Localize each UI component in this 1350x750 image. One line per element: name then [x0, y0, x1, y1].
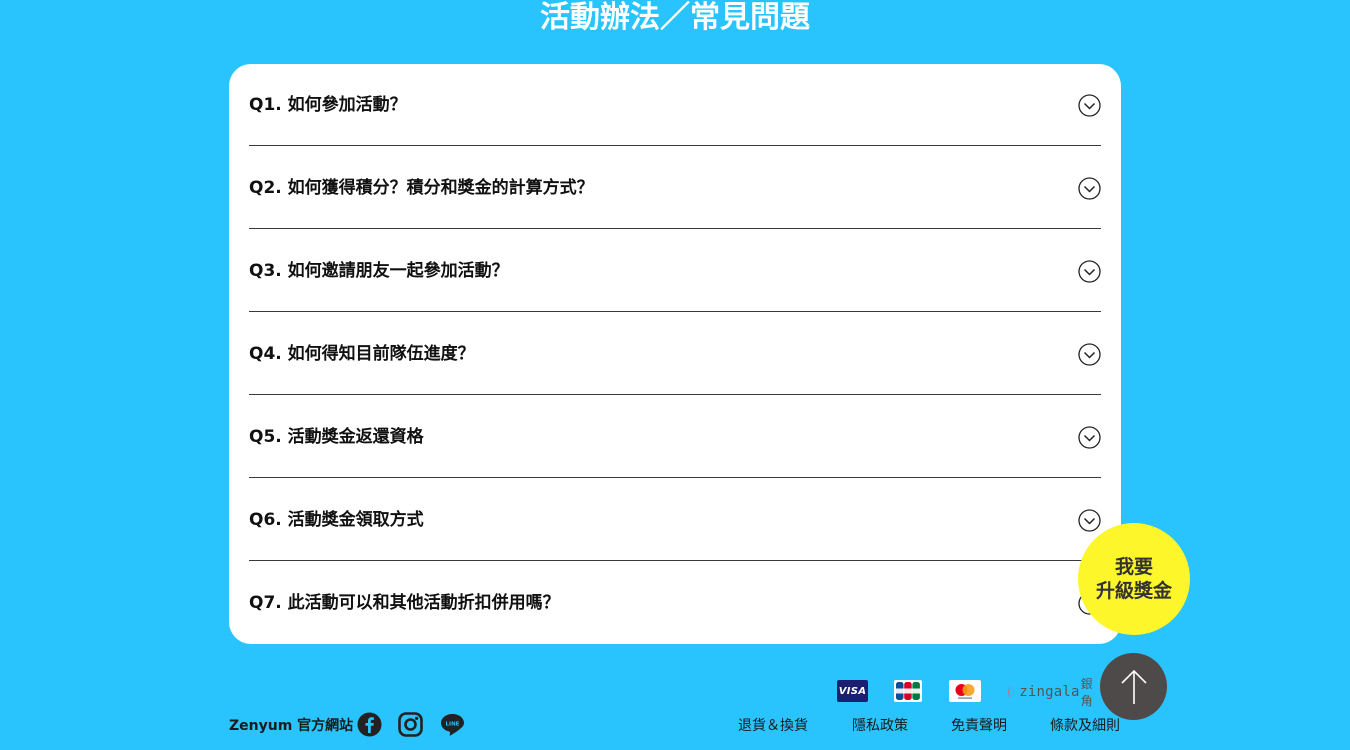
upgrade-bonus-line2: 升級獎金 [1095, 580, 1172, 602]
upgrade-bonus-line1: 我要 [1114, 556, 1153, 578]
visa-logo-icon: VISA [837, 680, 868, 702]
chevron-down-icon[interactable] [1078, 426, 1101, 449]
chevron-down-icon[interactable] [1078, 343, 1101, 366]
faq-question: Q6. 活動獎金領取方式 [249, 510, 424, 530]
chevron-down-icon[interactable] [1078, 260, 1101, 283]
zingala-logo: zingala 銀角 [1005, 677, 1097, 708]
faq-question: Q3. 如何邀請朋友一起參加活動？ [249, 261, 509, 281]
faq-item-q1[interactable]: Q1. 如何參加活動？ [249, 64, 1101, 146]
faq-question: Q7. 此活動可以和其他活動折扣併用嗎？ [249, 593, 560, 613]
faq-item-q3[interactable]: Q3. 如何邀請朋友一起參加活動？ [249, 230, 1101, 312]
chevron-down-icon[interactable] [1078, 177, 1101, 200]
chevron-down-icon[interactable] [1078, 509, 1101, 532]
faq-question: Q5. 活動獎金返還資格 [249, 427, 424, 447]
back-to-top-button[interactable] [1100, 653, 1167, 720]
faq-item-q4[interactable]: Q4. 如何得知目前隊伍進度？ [249, 313, 1101, 395]
footer-link-terms[interactable]: 條款及細則 [1050, 716, 1120, 736]
upgrade-bonus-button[interactable]: 我要 升級獎金 [1078, 523, 1190, 635]
footer-link-privacy[interactable]: 隱私政策 [852, 716, 908, 736]
zingala-logo-suffix: 銀角 [1080, 677, 1093, 708]
page-title: 活動辦法／常見問題 [540, 0, 810, 35]
zingala-mark-icon [1008, 685, 1015, 699]
footer-link-disclaimer[interactable]: 免責聲明 [951, 716, 1007, 736]
faq-item-q7[interactable]: Q7. 此活動可以和其他活動折扣併用嗎？ [249, 562, 1101, 644]
faq-question: Q1. 如何參加活動？ [249, 95, 407, 115]
zingala-logo-text: zingala [1019, 684, 1080, 700]
arrow-up-icon [1120, 669, 1147, 704]
visa-logo-text: VISA [838, 685, 867, 697]
jcb-logo-icon [894, 680, 922, 702]
faq-item-q6[interactable]: Q6. 活動獎金領取方式 [249, 479, 1101, 561]
chevron-down-icon[interactable] [1078, 94, 1101, 117]
faq-question: Q4. 如何得知目前隊伍進度？ [249, 344, 475, 364]
line-icon[interactable]: LINE [440, 712, 465, 737]
faq-card: Q1. 如何參加活動？ Q2. 如何獲得積分？積分和獎金的計算方式？ Q3. 如… [229, 64, 1121, 644]
facebook-icon[interactable] [357, 712, 382, 737]
footer-link-returns[interactable]: 退貨＆換貨 [738, 716, 808, 736]
mastercard-logo-icon [949, 680, 981, 702]
faq-item-q2[interactable]: Q2. 如何獲得積分？積分和獎金的計算方式？ [249, 147, 1101, 229]
svg-text:LINE: LINE [446, 722, 460, 728]
footer-brand-link[interactable]: Zenyum 官方網站 [229, 716, 353, 736]
faq-question: Q2. 如何獲得積分？積分和獎金的計算方式？ [249, 178, 594, 198]
instagram-icon[interactable] [398, 712, 423, 737]
faq-item-q5[interactable]: Q5. 活動獎金返還資格 [249, 396, 1101, 478]
